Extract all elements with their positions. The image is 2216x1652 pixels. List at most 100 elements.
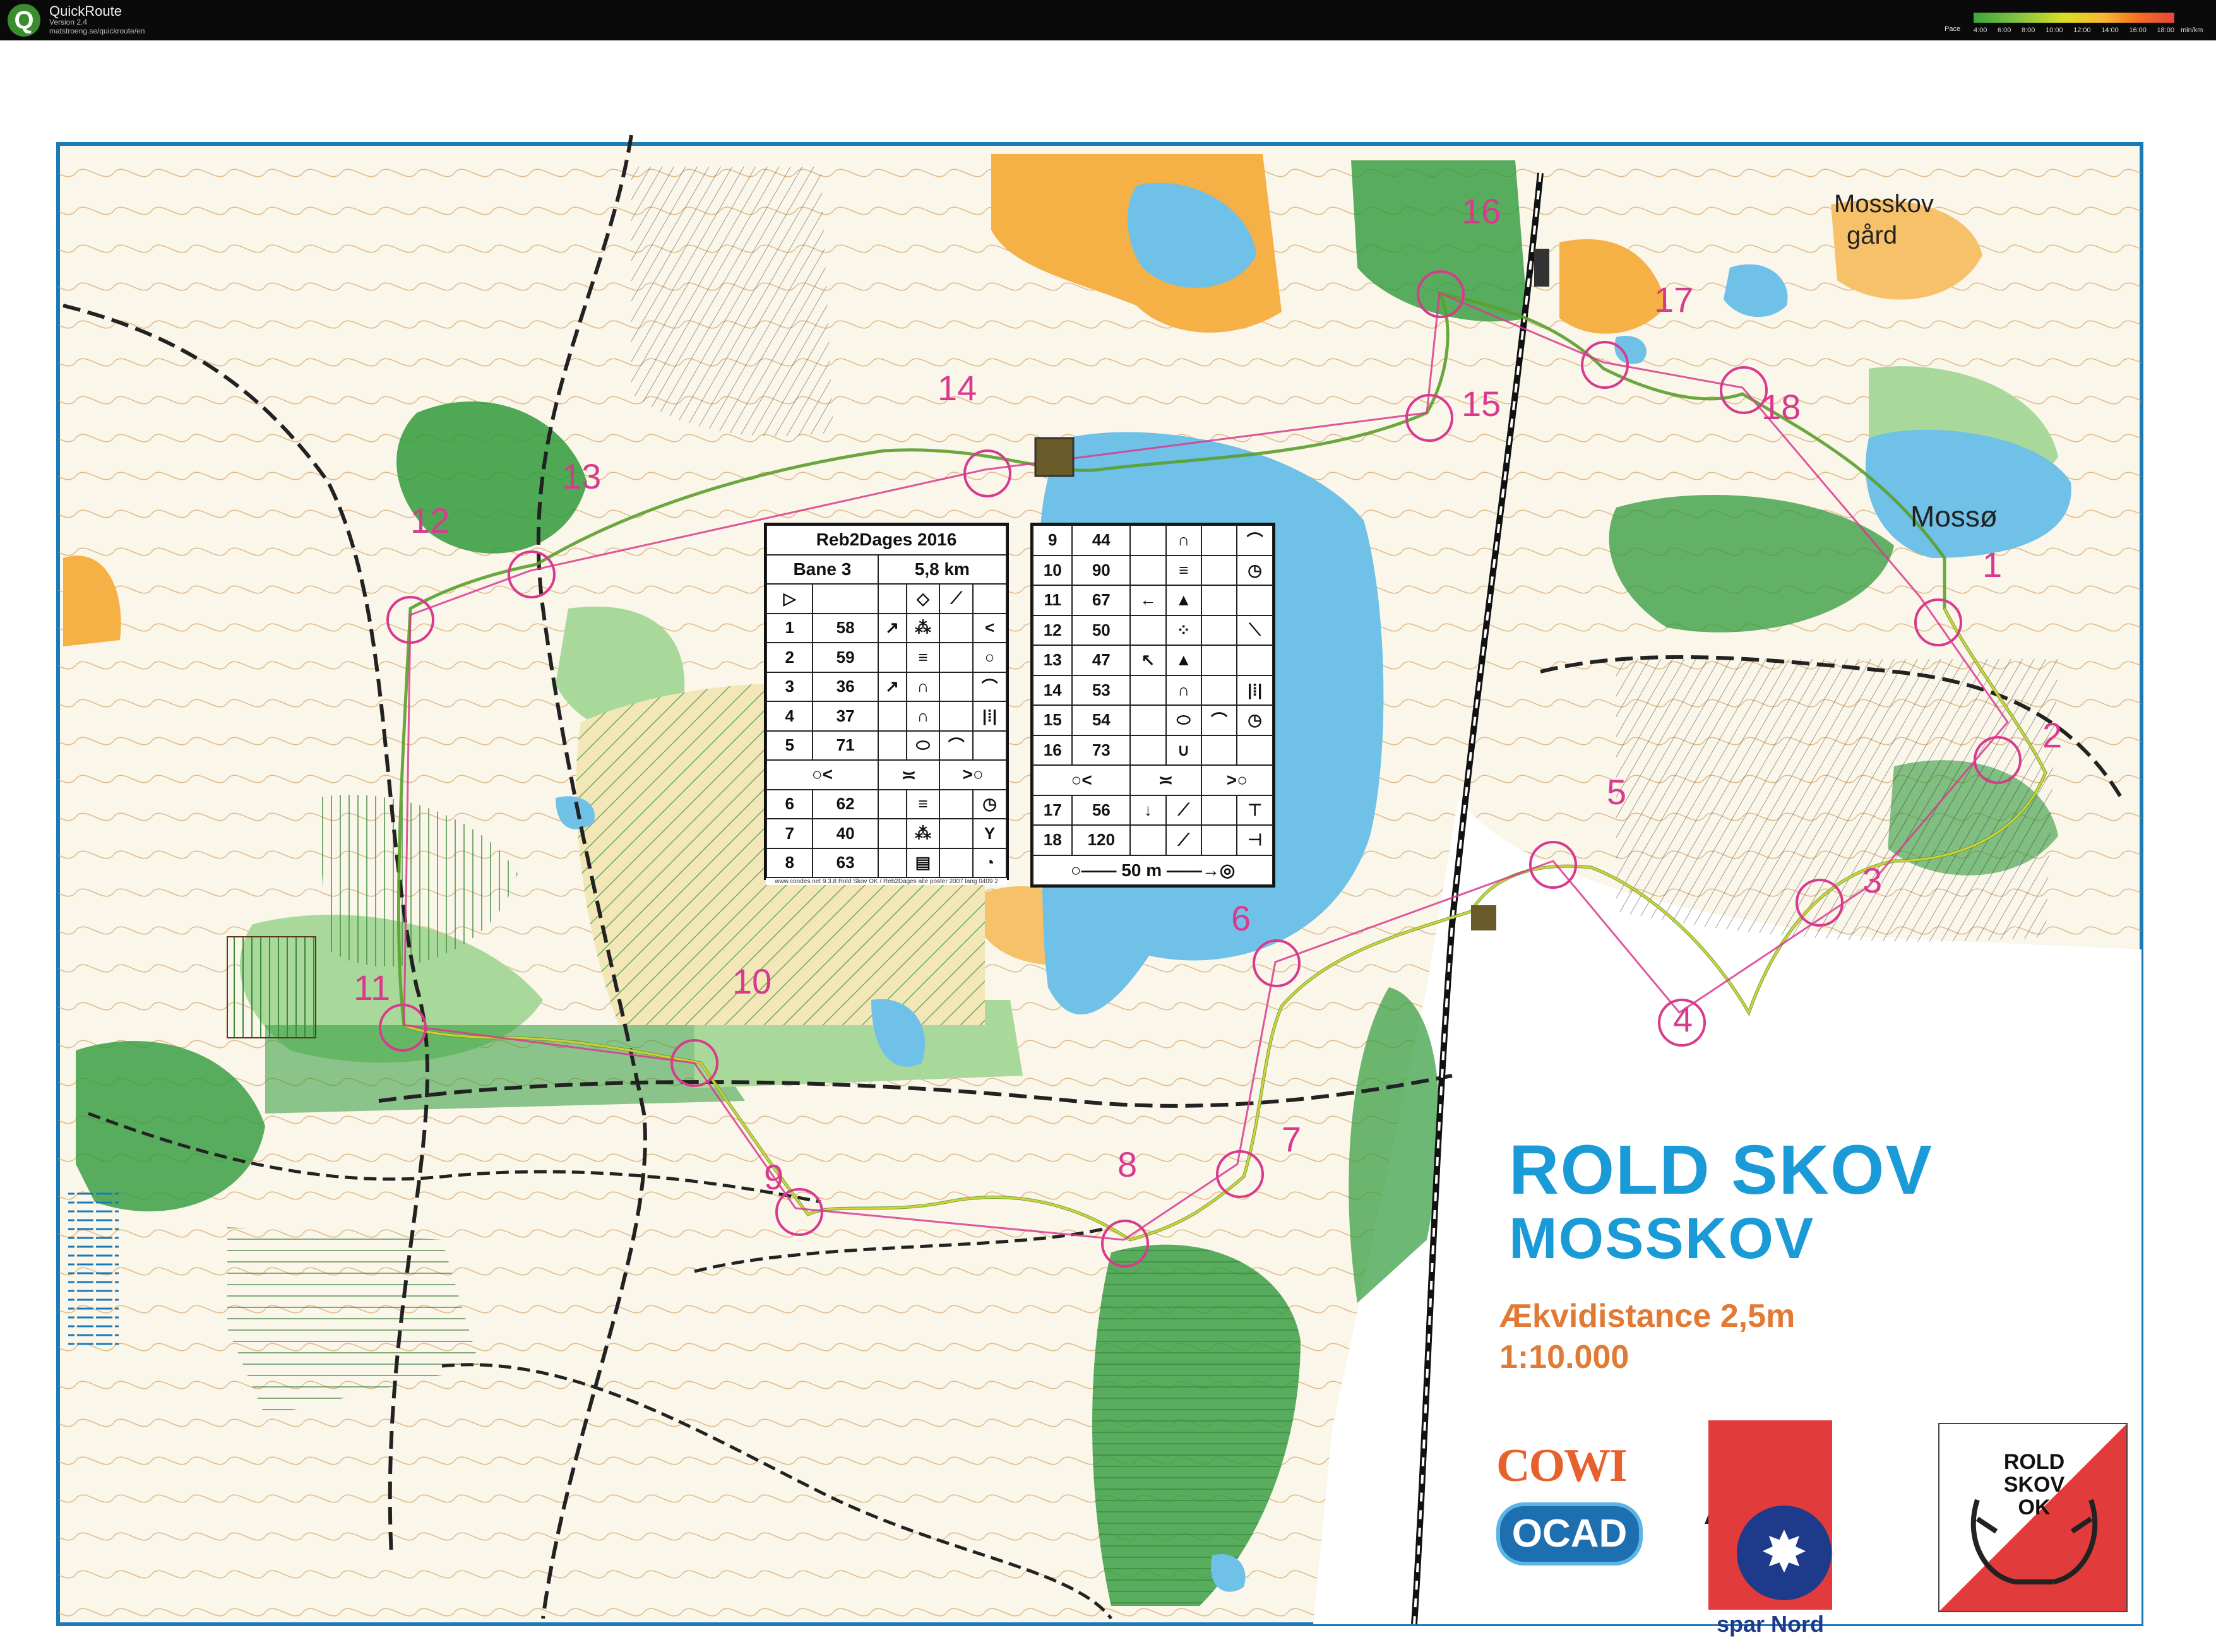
control-number: 13 bbox=[562, 456, 601, 496]
control-number: 16 bbox=[1462, 191, 1501, 231]
map-scale: 1:10.000 bbox=[1499, 1339, 1629, 1376]
spar-nord-logo-text: spar Nord bbox=[1716, 1611, 1825, 1637]
star-icon: ✸ bbox=[1760, 1519, 1808, 1586]
cd-control-code: 44 bbox=[1071, 525, 1131, 556]
pace-color-scale bbox=[1974, 13, 2174, 23]
control-number: 3 bbox=[1862, 860, 1882, 900]
rold-skov-ok-text: ROLD SKOV OK bbox=[1996, 1451, 2072, 1519]
cd-control-no: 13 bbox=[1032, 645, 1073, 676]
cd-control-code: 40 bbox=[812, 818, 879, 849]
pace-tick: 6:00 bbox=[1998, 27, 2011, 34]
cd-control-no: 12 bbox=[1032, 614, 1073, 646]
cd-control-code: 67 bbox=[1071, 585, 1131, 616]
cd-finish-distance: 50 m bbox=[1121, 860, 1162, 880]
map-title: ROLD SKOV bbox=[1509, 1131, 1933, 1209]
ocad-logo: OCAD bbox=[1496, 1502, 1643, 1566]
cd-finish-row: ○—— 50 m ——→◎ bbox=[1032, 854, 1273, 886]
pace-tick: 16:00 bbox=[2129, 27, 2147, 34]
marsh bbox=[68, 1189, 119, 1347]
pace-legend-ticks: 4:00 6:00 8:00 10:00 12:00 14:00 16:00 1… bbox=[1974, 27, 2174, 34]
pace-legend: Pace 4:00 6:00 8:00 10:00 12:00 14:00 16… bbox=[1945, 9, 2203, 37]
cowi-logo: COWI bbox=[1496, 1440, 1628, 1492]
app-version: Version 2.4 bbox=[49, 18, 88, 27]
cd-event-title: Reb2Dages 2016 bbox=[766, 525, 1007, 556]
cd-control-no: 17 bbox=[1032, 794, 1073, 826]
spar-nord-emblem: ✸ bbox=[1737, 1506, 1832, 1600]
pace-legend-title: Pace bbox=[1945, 25, 1961, 33]
cd-control-code: 56 bbox=[1071, 794, 1131, 826]
control-number: 17 bbox=[1654, 280, 1693, 319]
cd-control-no: 18 bbox=[1032, 824, 1073, 856]
building bbox=[1534, 249, 1549, 287]
control-descriptions-left: Reb2Dages 2016 Bane 3 5,8 km ▷ ◇ ⟋ 1 58 ↗ ⁂ < … bbox=[764, 523, 1009, 885]
hatched-area bbox=[631, 167, 833, 437]
cd-control-code: 54 bbox=[1071, 704, 1131, 736]
control-number: 5 bbox=[1607, 772, 1626, 812]
cd-course-name: Bane 3 bbox=[766, 554, 879, 585]
hatched-area bbox=[1616, 659, 2058, 942]
cd-control-no: 5 bbox=[765, 730, 814, 761]
cd-control-code: 62 bbox=[812, 788, 879, 819]
cd-control-no: 3 bbox=[765, 671, 814, 702]
pace-tick: 8:00 bbox=[2022, 27, 2035, 34]
map-subtitle: MOSSKOV bbox=[1509, 1206, 1815, 1271]
cd-control-no: 7 bbox=[765, 818, 814, 849]
pace-tick: 12:00 bbox=[2073, 27, 2091, 34]
cd-control-no: 1 bbox=[765, 612, 814, 643]
cd-map-exchange-icon: ○< bbox=[1032, 764, 1131, 796]
cd-control-code: 120 bbox=[1071, 824, 1131, 856]
cd-control-no: 6 bbox=[765, 788, 814, 819]
control-number: 15 bbox=[1462, 384, 1501, 424]
place-name-gard: gård bbox=[1847, 222, 1897, 249]
control-number: 6 bbox=[1231, 898, 1251, 938]
cd-control-code: 59 bbox=[812, 642, 879, 673]
rsok-word: SKOV bbox=[2003, 1473, 2065, 1497]
cd-start-icon: ▷ bbox=[765, 583, 814, 614]
control-number: 14 bbox=[938, 368, 977, 408]
cd-control-code: 53 bbox=[1071, 674, 1131, 706]
control-number: 1 bbox=[1982, 545, 2002, 585]
control-number: 4 bbox=[1673, 999, 1693, 1039]
control-number: 9 bbox=[764, 1157, 783, 1197]
pace-tick: 4:00 bbox=[1974, 27, 1987, 34]
cd-control-code: 50 bbox=[1071, 614, 1131, 646]
cd-course-length: 5,8 km bbox=[877, 554, 1008, 585]
cd-control-no: 8 bbox=[765, 847, 814, 878]
pace-tick: 18:00 bbox=[2157, 27, 2174, 34]
pace-legend-unit: min/km bbox=[2181, 27, 2203, 34]
rsok-word: OK bbox=[2018, 1495, 2051, 1519]
cd-control-no: 2 bbox=[765, 642, 814, 673]
pace-tick: 14:00 bbox=[2101, 27, 2119, 34]
building bbox=[1471, 905, 1496, 930]
rold-skov-ok-logo: ROLD SKOV OK bbox=[1938, 1423, 2128, 1612]
rsok-word: ROLD bbox=[2003, 1450, 2065, 1474]
cd-control-code: 90 bbox=[1071, 554, 1131, 586]
building bbox=[1034, 437, 1075, 477]
cd-control-code: 73 bbox=[1071, 734, 1131, 766]
cd-control-no: 15 bbox=[1032, 704, 1073, 736]
app-url[interactable]: matstroeng.se/quickroute/en bbox=[49, 27, 145, 35]
control-number: 12 bbox=[410, 501, 450, 540]
cd-map-exchange-icon: ○< bbox=[766, 759, 879, 790]
place-name-mosskov: Mosskov bbox=[1834, 190, 1934, 218]
control-number: 18 bbox=[1761, 387, 1801, 427]
control-number: 2 bbox=[2042, 715, 2062, 755]
cd-control-no: 4 bbox=[765, 701, 814, 732]
control-number: 8 bbox=[1117, 1144, 1137, 1184]
cd-control-no: 9 bbox=[1032, 525, 1073, 556]
cd-control-no: 16 bbox=[1032, 734, 1073, 766]
cd-control-code: 37 bbox=[812, 701, 879, 732]
quickroute-logo-icon: Q bbox=[8, 4, 40, 37]
cd-control-code: 71 bbox=[812, 730, 879, 761]
control-number: 10 bbox=[732, 961, 771, 1001]
pace-tick: 10:00 bbox=[2046, 27, 2063, 34]
title-bar: Q QuickRoute Version 2.4 matstroeng.se/q… bbox=[0, 0, 2216, 40]
control-number: 7 bbox=[1282, 1119, 1301, 1159]
contour-interval: Ækvidistance 2,5m bbox=[1499, 1298, 1796, 1334]
cd-footer: www.condes.net 9.3.8 Rold Skov OK / Reb2… bbox=[766, 878, 1007, 885]
control-descriptions-right: 9 44 ∩ ⌒ 10 90 ≡ ◷ 11 67 ← ▲ 12 50 ⁘ ⟍ 13 47 ↖ ▲ 14 53 ∩ |… bbox=[1030, 523, 1275, 888]
place-name-mosso: Mossø bbox=[1910, 500, 1998, 533]
control-number: 11 bbox=[354, 968, 390, 1007]
cd-control-code: 47 bbox=[1071, 645, 1131, 676]
cd-control-code: 63 bbox=[812, 847, 879, 878]
